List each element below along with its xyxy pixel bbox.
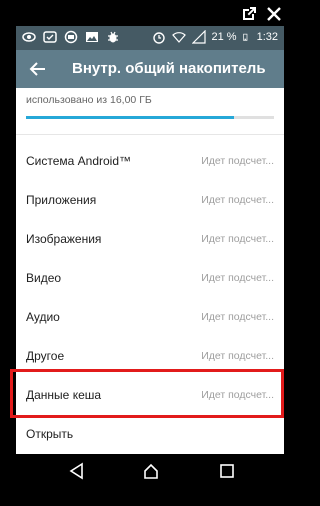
list-item-label: Другое [26,349,65,363]
eye-icon [22,32,36,42]
battery-percent: 21 % [211,31,237,43]
list-item-apps[interactable]: Приложения Идет подсчет... [16,181,284,220]
signal-icon [191,30,206,44]
list-item-android-system[interactable]: Система Android™ Идет подсчет... [16,142,284,181]
chat-icon [64,30,78,44]
navigation-bar [16,454,284,490]
list-item-audio[interactable]: Аудио Идет подсчет... [16,298,284,337]
open-in-new-icon[interactable] [241,6,257,22]
list-item-label: Изображения [26,232,102,246]
alarm-icon [152,32,165,44]
list-item-open[interactable]: Открыть [16,415,284,454]
list-item-images[interactable]: Изображения Идет подсчет... [16,220,284,259]
list-item-label: Приложения [26,193,97,207]
back-arrow-icon[interactable] [28,59,48,79]
list-item-label: Видео [26,271,62,285]
wifi-icon [171,32,186,43]
bug-icon [108,31,118,43]
list-item-value: Идет подсчет... [201,311,274,323]
storage-progress-fill [26,116,235,119]
list-item-video[interactable]: Видео Идет подсчет... [16,259,284,298]
list-item-value: Идет подсчет... [201,272,274,284]
list-item-label: Аудио [26,310,60,324]
list-item-label: Открыть [26,427,74,441]
home-icon[interactable] [142,462,160,480]
close-icon[interactable] [266,6,282,22]
phone-check-icon [43,31,57,43]
bottom-bezel [0,490,302,506]
recent-apps-icon[interactable] [218,462,236,480]
top-overlay-bar [0,0,302,26]
list-item-value: Идет подсчет... [201,155,274,167]
list-item-label: Система Android™ [26,154,132,168]
status-bar: 21 % 1:32 [16,26,284,50]
battery-icon [242,33,247,41]
list-item-value: Идет подсчет... [201,350,274,362]
cache-data-highlight [10,369,284,418]
list-item-value: Идет подсчет... [201,233,274,245]
app-bar: Внутр. общий накопитель [16,50,284,88]
back-icon[interactable] [68,462,86,480]
image-icon [86,32,98,42]
page-title: Внутр. общий накопитель [72,60,266,77]
storage-progress-bar [26,116,274,119]
storage-usage-text: использовано из 16,00 ГБ [26,94,152,106]
clock: 1:32 [256,31,278,43]
divider [16,134,284,135]
list-item-value: Идет подсчет... [201,194,274,206]
